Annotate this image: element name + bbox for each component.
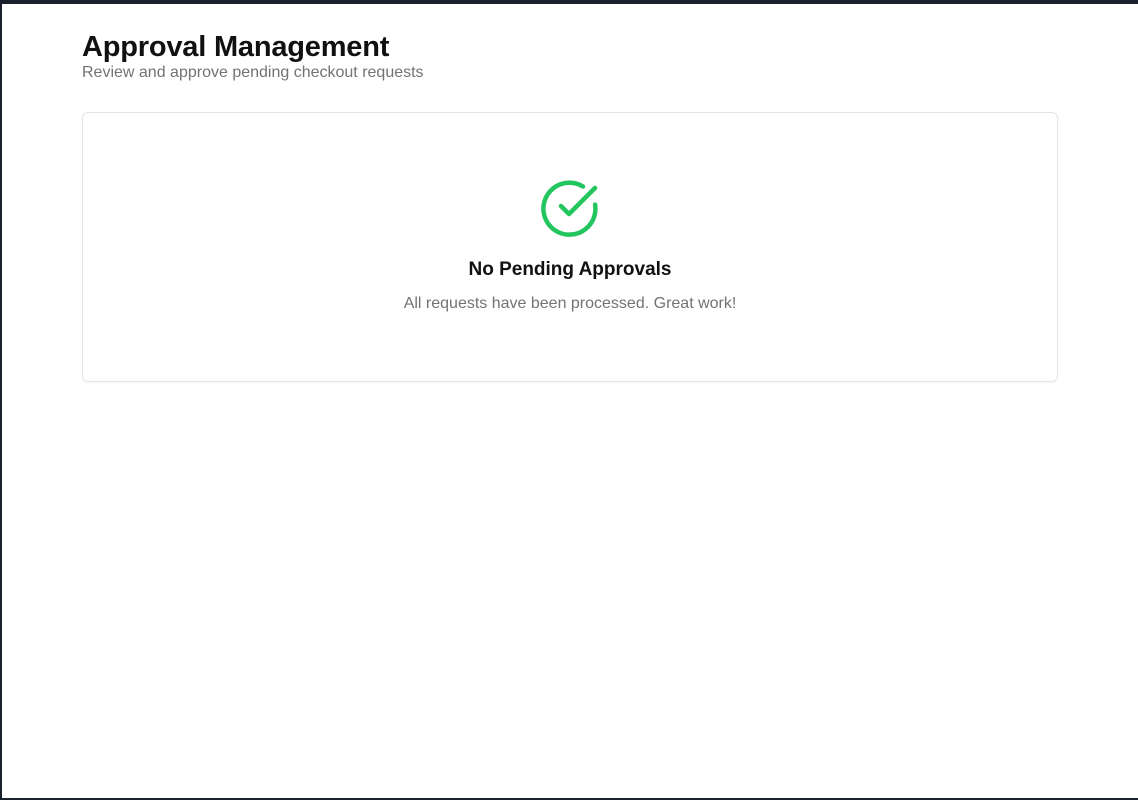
empty-state-card: No Pending Approvals All requests have b… [82,112,1058,382]
page-subtitle: Review and approve pending checkout requ… [82,64,424,81]
empty-state-message: All requests have been processed. Great … [403,295,737,312]
empty-state-title: No Pending Approvals [468,259,672,280]
page-header: Approval Management Review and approve p… [82,30,424,83]
page-title: Approval Management [82,31,390,63]
check-circle-icon [541,180,598,237]
app-window: Approval Management Review and approve p… [2,4,1138,798]
